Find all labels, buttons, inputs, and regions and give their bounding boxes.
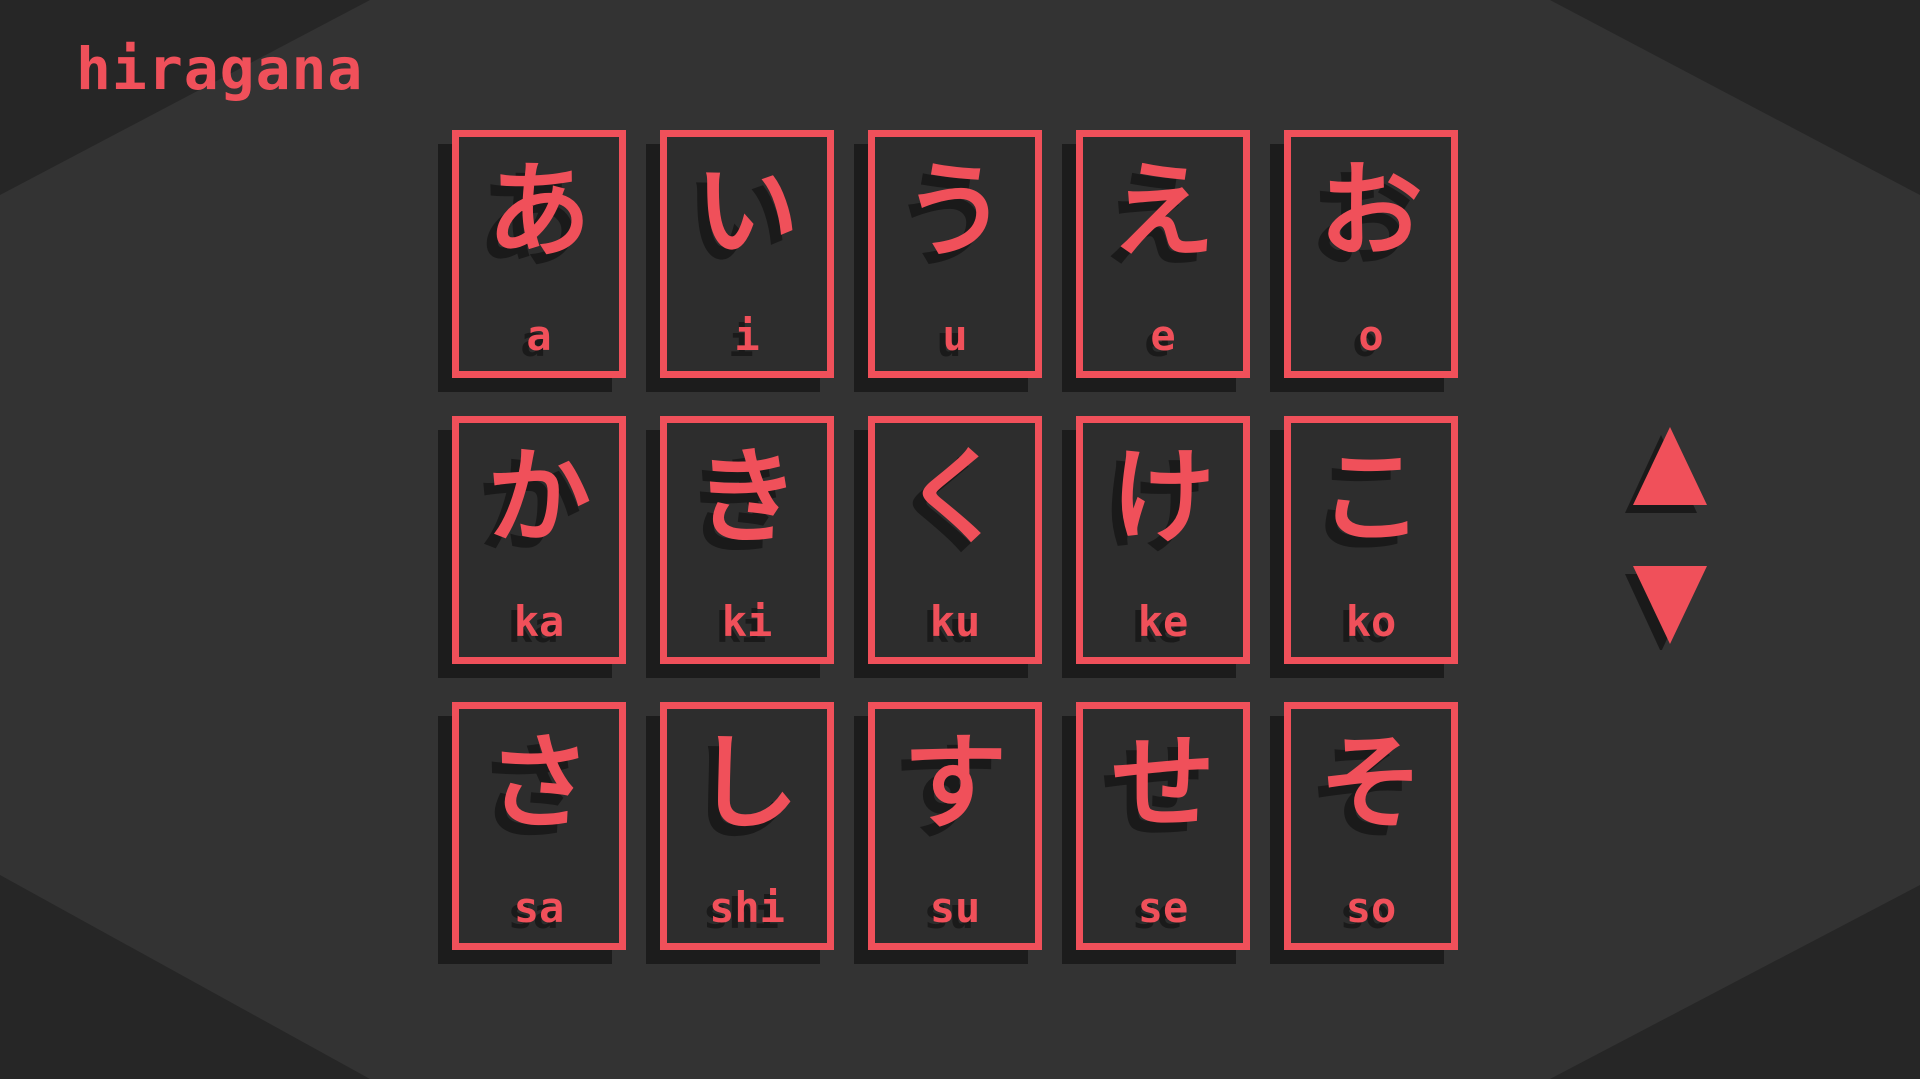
kana-glyph: け (1110, 436, 1215, 558)
kana-glyph: あ (486, 150, 591, 272)
kana-card[interactable]: おo (1284, 130, 1458, 378)
kana-glyph: か (486, 436, 591, 558)
romaji-label: ko (1345, 597, 1397, 646)
kana-glyph: お (1318, 150, 1423, 272)
scroll-down-button[interactable] (1625, 560, 1715, 652)
kana-glyph: さ (486, 722, 591, 844)
kana-glyph: す (902, 722, 1007, 844)
triangle-down-icon (1625, 566, 1707, 652)
romaji-label: ki (721, 597, 773, 646)
kana-glyph: そ (1318, 722, 1423, 844)
romaji-label: u (942, 311, 968, 360)
romaji-label: o (1358, 311, 1384, 360)
kana-glyph: せ (1110, 722, 1215, 844)
kana-glyph: く (902, 436, 1007, 558)
kana-glyph: い (694, 150, 799, 272)
kana-card[interactable]: うu (868, 130, 1042, 378)
kana-card[interactable]: さ sa (452, 702, 626, 950)
romaji-label: sa (513, 883, 565, 932)
kana-card[interactable]: こ ko (1284, 416, 1458, 664)
romaji-label: ka (513, 597, 565, 646)
romaji-label: se (1137, 883, 1189, 932)
romaji-label: shi (709, 883, 785, 932)
kana-card[interactable]: か ka (452, 416, 626, 664)
kana-glyph: こ (1318, 436, 1423, 558)
kana-card[interactable]: いi (660, 130, 834, 378)
kana-glyph: う (902, 150, 1007, 272)
kana-card[interactable]: し shi (660, 702, 834, 950)
romaji-label: ku (929, 597, 981, 646)
romaji-label: i (734, 311, 760, 360)
game-screen: hiragana あa いi うu えe おo か ka き ki く ku け ke … (0, 0, 1920, 1079)
scroll-up-button[interactable] (1625, 425, 1715, 515)
kana-glyph: し (694, 722, 799, 844)
kana-card[interactable]: そ so (1284, 702, 1458, 950)
romaji-label: a (526, 311, 552, 360)
kana-card[interactable]: く ku (868, 416, 1042, 664)
romaji-label: e (1150, 311, 1176, 360)
page-title: hiragana (76, 35, 364, 103)
romaji-label: ke (1137, 597, 1189, 646)
kana-glyph: え (1110, 150, 1215, 272)
kana-glyph: き (694, 436, 799, 558)
triangle-up-icon (1625, 427, 1707, 513)
kana-card-grid: あa いi うu えe おo か ka き ki く ku け ke こ ko さ sa し… (452, 130, 1458, 950)
kana-card[interactable]: せ se (1076, 702, 1250, 950)
kana-card[interactable]: えe (1076, 130, 1250, 378)
romaji-label: su (929, 883, 981, 932)
kana-card[interactable]: あa (452, 130, 626, 378)
kana-card[interactable]: す su (868, 702, 1042, 950)
kana-card[interactable]: き ki (660, 416, 834, 664)
kana-card[interactable]: け ke (1076, 416, 1250, 664)
romaji-label: so (1345, 883, 1397, 932)
